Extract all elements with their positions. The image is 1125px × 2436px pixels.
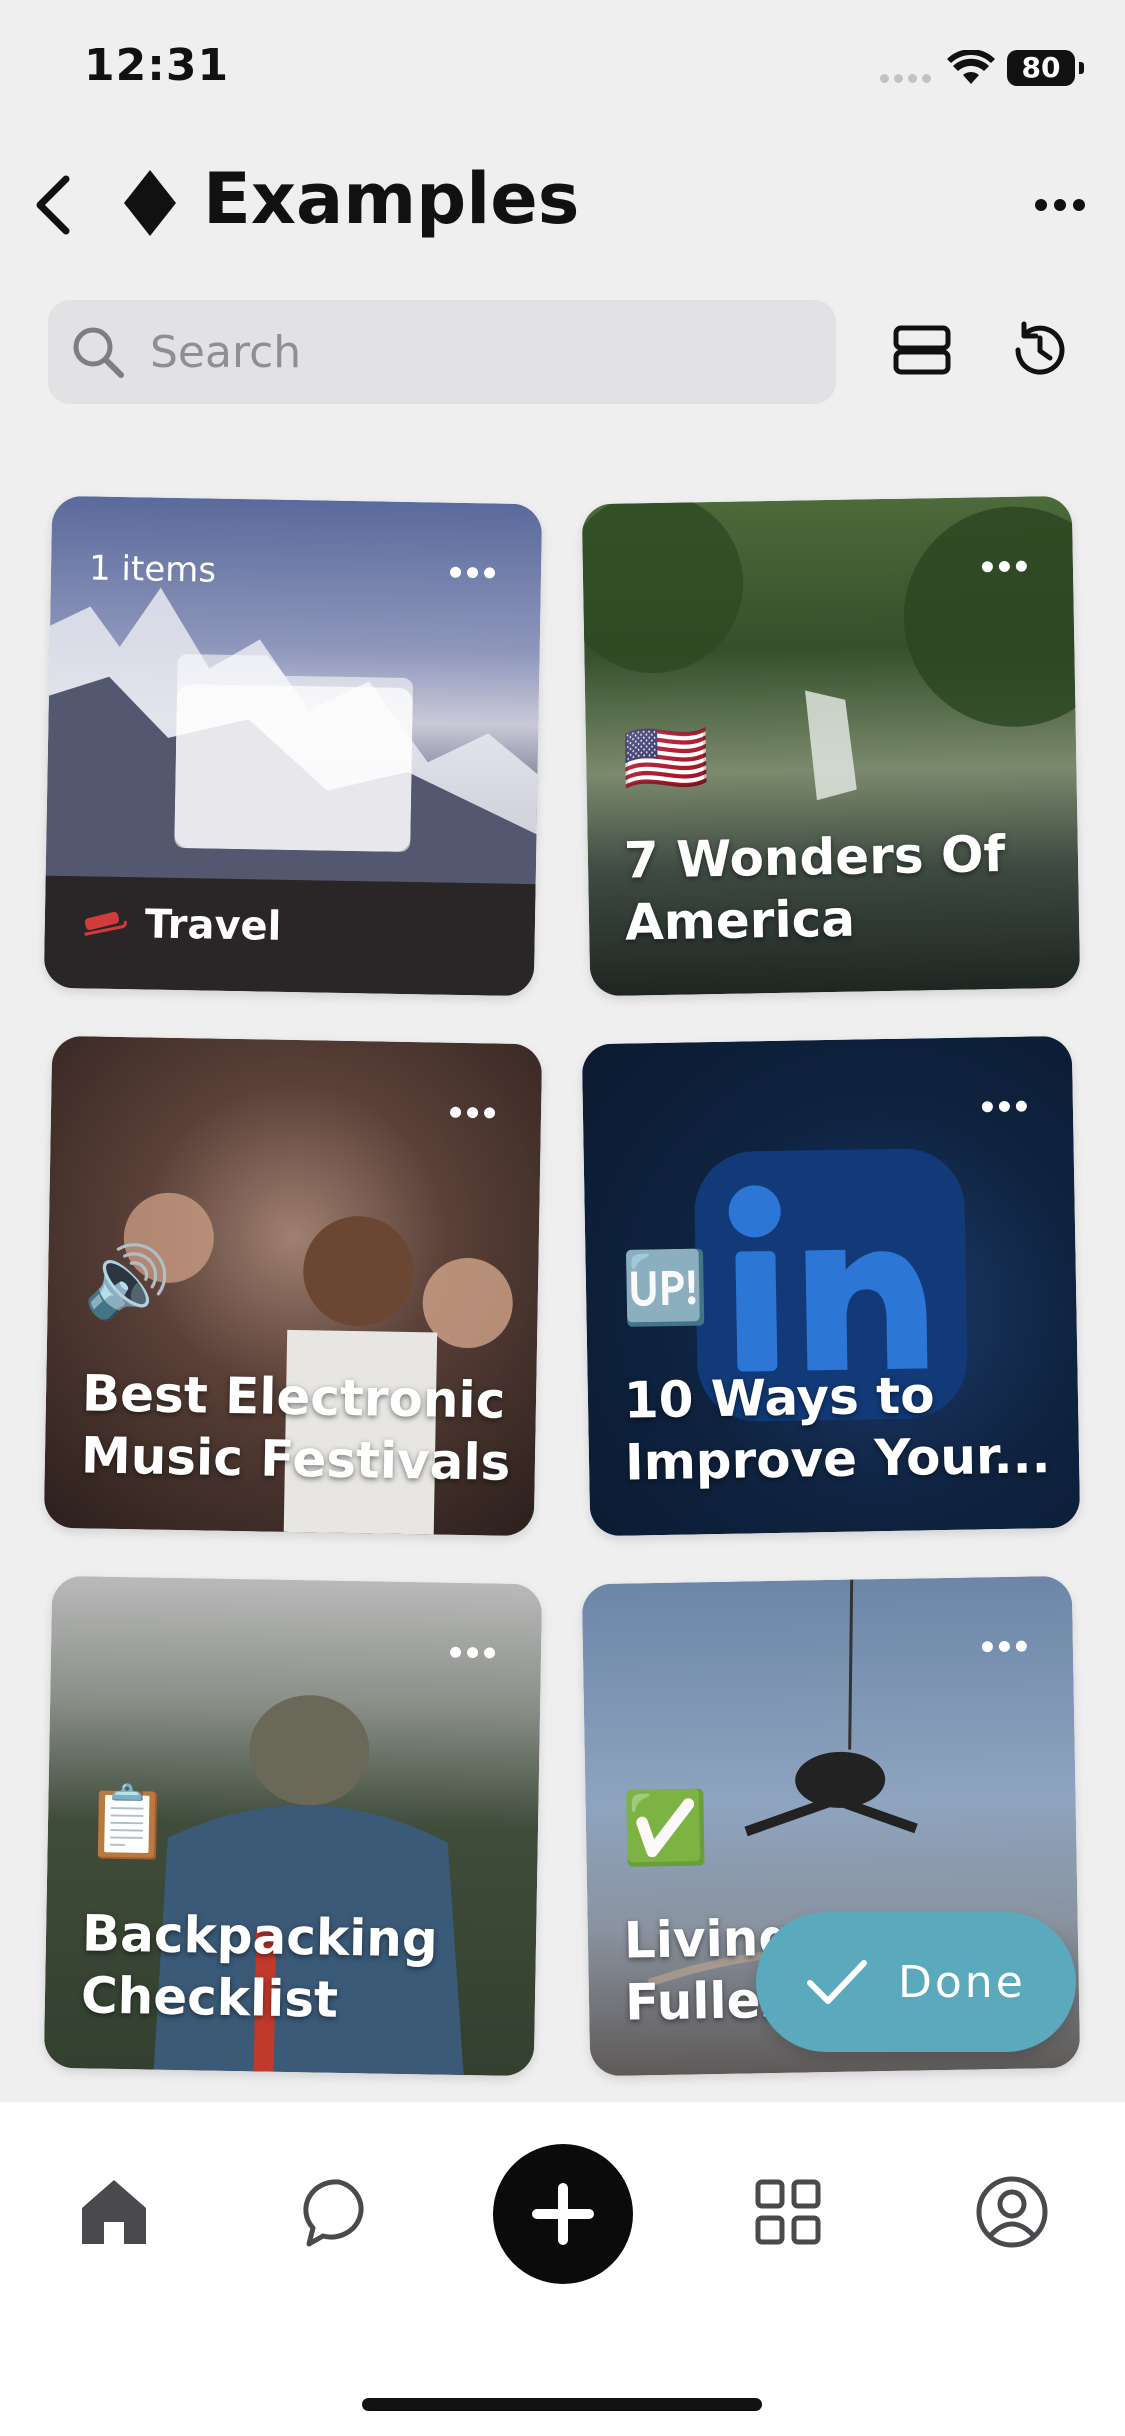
ellipsis-icon xyxy=(449,1106,462,1118)
item-count: 1 items xyxy=(88,548,217,591)
search-icon xyxy=(73,327,124,378)
ellipsis-icon xyxy=(449,566,462,578)
folder-card-travel[interactable]: 1 items Travel xyxy=(43,495,543,997)
history-icon[interactable] xyxy=(1008,318,1072,382)
cellular-signal-icon xyxy=(880,74,931,83)
list-card[interactable]: 📋 Backpacking Checklist xyxy=(43,1575,543,2077)
card-title: Backpacking Checklist xyxy=(80,1904,439,2029)
check-mark-icon: ✅ xyxy=(621,1786,710,1870)
folder-name: Travel xyxy=(144,901,282,950)
card-title: Best Electronic Music Festivals xyxy=(80,1364,511,1492)
done-button[interactable]: Done xyxy=(756,1912,1076,2052)
list-card[interactable]: 🔊 Best Electronic Music Festivals xyxy=(43,1035,543,1537)
ellipsis-icon xyxy=(981,561,993,573)
chat-icon[interactable] xyxy=(299,2172,379,2252)
status-bar: 12:31 80 xyxy=(0,0,1125,140)
more-options-button[interactable] xyxy=(1035,190,1095,220)
folder-icon xyxy=(174,654,414,852)
ellipsis-icon xyxy=(1035,199,1047,211)
add-button[interactable] xyxy=(493,2144,633,2284)
card-title: 7 Wonders Of America xyxy=(623,824,1006,952)
checkmark-icon xyxy=(807,1960,867,2004)
page-title: Examples xyxy=(203,158,580,240)
list-view-icon[interactable] xyxy=(892,320,952,380)
ellipsis-icon xyxy=(981,1101,993,1113)
card-more-button[interactable] xyxy=(981,560,1027,573)
sled-icon xyxy=(84,911,127,936)
profile-icon[interactable] xyxy=(972,2172,1052,2252)
speaker-icon: 🔊 xyxy=(83,1240,172,1324)
ellipsis-icon xyxy=(981,1641,993,1653)
done-label: Done xyxy=(898,1956,1026,2008)
wifi-icon xyxy=(947,50,995,84)
list-card[interactable]: 🆙 10 Ways to Improve Your... xyxy=(581,1035,1081,1537)
list-card[interactable]: 🇺🇸 7 Wonders Of America xyxy=(581,495,1081,997)
card-more-button[interactable] xyxy=(981,1100,1027,1113)
flag-icon: 🇺🇸 xyxy=(621,716,711,800)
up-icon: 🆙 xyxy=(621,1246,710,1330)
chevron-left-icon xyxy=(36,175,70,235)
home-icon[interactable] xyxy=(74,2172,154,2252)
grid-icon[interactable] xyxy=(748,2172,828,2252)
card-more-button[interactable] xyxy=(449,1106,496,1119)
card-more-button[interactable] xyxy=(449,1646,496,1659)
home-indicator xyxy=(362,2398,762,2411)
clipboard-icon: 📋 xyxy=(83,1780,172,1864)
back-button[interactable] xyxy=(30,165,90,245)
add-icon xyxy=(532,2183,594,2245)
card-more-button[interactable] xyxy=(981,1640,1027,1653)
search-input[interactable] xyxy=(148,325,792,379)
status-time: 12:31 xyxy=(84,40,230,91)
diamond-icon xyxy=(124,170,176,236)
search-bar[interactable] xyxy=(48,300,836,404)
card-title: 10 Ways to Improve Your... xyxy=(623,1366,1051,1492)
card-more-button[interactable] xyxy=(449,566,496,579)
battery-indicator: 80 xyxy=(1007,50,1084,86)
ellipsis-icon xyxy=(449,1646,462,1658)
